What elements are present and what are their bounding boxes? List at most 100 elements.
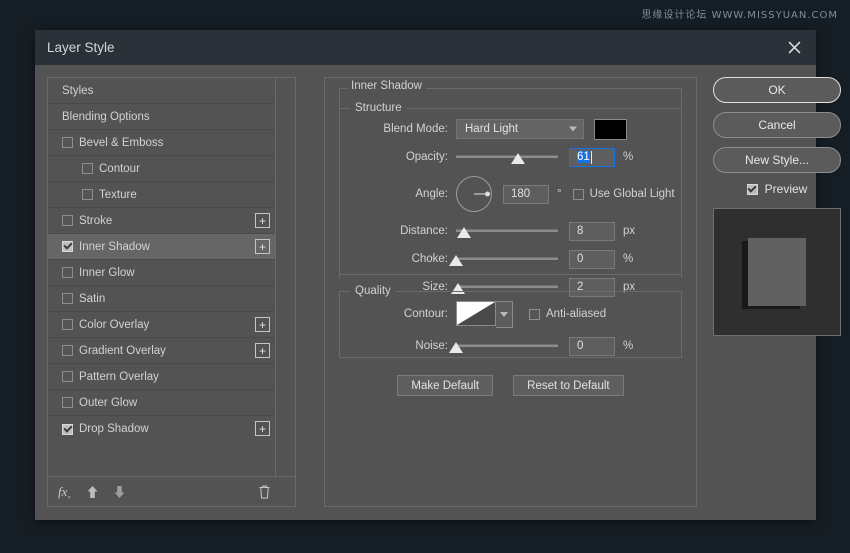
contour-dropdown-button[interactable] <box>496 301 513 328</box>
fx-icon[interactable]: fx <box>58 484 72 499</box>
contour-row: Contour: An <box>340 299 681 329</box>
styles-list-item-checkbox[interactable] <box>62 137 73 148</box>
styles-list-item-checkbox[interactable] <box>62 215 73 226</box>
styles-list-item-label: Inner Shadow <box>73 241 150 253</box>
styles-list-item-checkbox[interactable] <box>82 163 93 174</box>
styles-list-item-drop-shadow[interactable]: Drop Shadow+ <box>48 416 275 442</box>
distance-slider-thumb[interactable] <box>457 227 471 238</box>
arrow-up-icon[interactable] <box>86 485 99 499</box>
styles-list-item-label: Pattern Overlay <box>73 371 159 383</box>
distance-row: Distance: 8 px <box>340 220 681 242</box>
choke-label: Choke: <box>340 253 448 265</box>
styles-list-item-checkbox[interactable] <box>62 345 73 356</box>
linear-contour-icon[interactable] <box>456 301 496 326</box>
add-effect-plus-icon[interactable]: + <box>255 239 270 254</box>
anti-aliased-checkbox[interactable] <box>529 309 540 320</box>
choke-input[interactable]: 0 <box>569 250 615 269</box>
choke-value: 0 <box>577 253 583 265</box>
styles-toolbar: fx <box>48 476 295 506</box>
opacity-label: Opacity: <box>340 151 448 163</box>
styles-list-item-label: Outer Glow <box>73 397 137 409</box>
choke-slider[interactable] <box>456 250 558 268</box>
opacity-unit: % <box>623 151 633 163</box>
reset-to-default-button[interactable]: Reset to Default <box>513 375 623 396</box>
styles-list-item-contour[interactable]: Contour <box>48 156 275 182</box>
cancel-button[interactable]: Cancel <box>713 112 841 138</box>
styles-list-item-checkbox[interactable] <box>62 267 73 278</box>
styles-list-item-pattern-overlay[interactable]: Pattern Overlay <box>48 364 275 390</box>
styles-list-item-satin[interactable]: Satin <box>48 286 275 312</box>
trash-icon[interactable] <box>258 484 271 499</box>
dialog-titlebar: Layer Style <box>35 30 816 65</box>
use-global-light-toggle[interactable]: Use Global Light <box>573 188 675 200</box>
blend-mode-value: Hard Light <box>465 123 518 135</box>
opacity-input[interactable]: 61 <box>569 148 615 167</box>
make-default-button[interactable]: Make Default <box>397 375 493 396</box>
ok-button[interactable]: OK <box>713 77 841 103</box>
add-effect-plus-icon[interactable]: + <box>255 421 270 436</box>
close-icon[interactable] <box>772 30 816 65</box>
styles-list-item-inner-shadow[interactable]: Inner Shadow + <box>48 234 275 260</box>
noise-row: Noise: 0 % <box>340 335 681 357</box>
styles-list-item-styles[interactable]: Styles <box>48 78 275 104</box>
styles-list-item-checkbox[interactable] <box>62 241 73 252</box>
styles-list-item-checkbox[interactable] <box>62 371 73 382</box>
noise-value: 0 <box>577 340 583 352</box>
opacity-slider-track <box>456 155 558 158</box>
noise-slider[interactable] <box>456 337 558 355</box>
preview-shape <box>748 238 806 306</box>
dialog-title: Layer Style <box>47 40 115 55</box>
styles-list-item-label: Texture <box>93 189 137 201</box>
blend-mode-label: Blend Mode: <box>340 123 448 135</box>
styles-list-item-inner-glow[interactable]: Inner Glow <box>48 260 275 286</box>
add-effect-plus-icon[interactable]: + <box>255 343 270 358</box>
contour-picker[interactable] <box>456 301 513 328</box>
styles-list-item-checkbox[interactable] <box>62 319 73 330</box>
angle-input[interactable]: 180 <box>503 185 549 204</box>
angle-dial[interactable] <box>456 176 492 212</box>
use-global-light-checkbox[interactable] <box>573 189 584 200</box>
styles-list-item-gradient-overlay[interactable]: Gradient Overlay+ <box>48 338 275 364</box>
arrow-down-icon[interactable] <box>113 485 126 499</box>
shadow-color-swatch[interactable] <box>594 119 627 140</box>
opacity-slider[interactable] <box>456 148 558 166</box>
distance-slider[interactable] <box>456 222 558 240</box>
styles-list-item-bevel-emboss[interactable]: Bevel & Emboss <box>48 130 275 156</box>
styles-list-item-label: Contour <box>93 163 140 175</box>
add-effect-plus-icon[interactable]: + <box>255 317 270 332</box>
noise-slider-thumb[interactable] <box>449 342 463 353</box>
distance-input[interactable]: 8 <box>569 222 615 241</box>
styles-list-item-color-overlay[interactable]: Color Overlay+ <box>48 312 275 338</box>
choke-slider-track <box>456 257 558 260</box>
structure-legend: Structure <box>350 102 407 114</box>
styles-list-item-stroke[interactable]: Stroke+ <box>48 208 275 234</box>
styles-list-item-label: Bevel & Emboss <box>73 137 163 149</box>
noise-unit: % <box>623 340 633 352</box>
styles-list-item-checkbox[interactable] <box>82 189 93 200</box>
preview-thumbnail <box>713 208 841 336</box>
watermark: 思缘设计论坛 WWW.MISSYUAN.COM <box>641 6 838 21</box>
add-effect-plus-icon[interactable]: + <box>255 213 270 228</box>
chevron-down-icon <box>569 127 577 132</box>
styles-list-item-outer-glow[interactable]: Outer Glow <box>48 390 275 416</box>
styles-list-item-checkbox[interactable] <box>62 293 73 304</box>
styles-list-item-checkbox[interactable] <box>62 424 73 435</box>
styles-list-item-checkbox[interactable] <box>62 397 73 408</box>
styles-list-item-label: Inner Glow <box>73 267 135 279</box>
quality-legend: Quality <box>350 285 396 297</box>
preview-toggle[interactable]: Preview <box>713 182 841 196</box>
new-style-button[interactable]: New Style... <box>713 147 841 173</box>
quality-group: Quality Contour: <box>339 285 682 358</box>
opacity-slider-thumb[interactable] <box>511 153 525 164</box>
choke-slider-thumb[interactable] <box>449 255 463 266</box>
opacity-value: 61 <box>577 151 590 163</box>
anti-aliased-toggle[interactable]: Anti-aliased <box>529 308 606 320</box>
preview-checkbox[interactable] <box>747 184 758 195</box>
styles-list-item-texture[interactable]: Texture <box>48 182 275 208</box>
styles-list-item-blending-options[interactable]: Blending Options <box>48 104 275 130</box>
right-column: OK Cancel New Style... Preview <box>713 77 841 336</box>
blend-mode-select[interactable]: Hard Light <box>456 119 584 139</box>
noise-input[interactable]: 0 <box>569 337 615 356</box>
noise-slider-track <box>456 344 558 347</box>
structure-group: Structure Blend Mode: Hard Light Opacity… <box>339 102 682 275</box>
